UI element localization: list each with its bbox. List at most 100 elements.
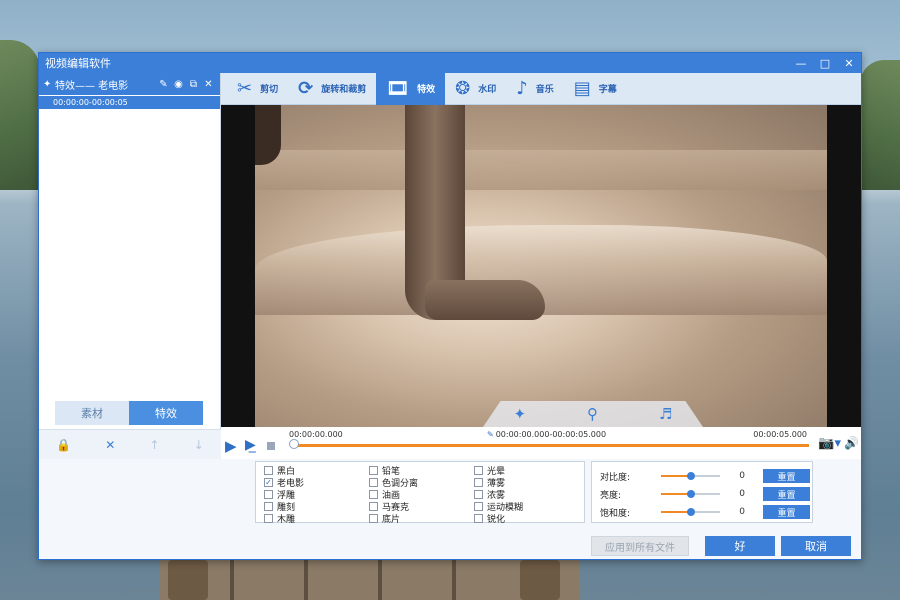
copy-icon[interactable]: ⧉ [186, 79, 201, 90]
adjustment-slider[interactable] [660, 472, 720, 480]
left-action-bar: 🔒 ✕ ↑ ↓ [39, 429, 221, 459]
title-bar: 视频编辑软件 — □ ✕ [39, 53, 861, 73]
effect-option[interactable]: 黑白 [264, 464, 369, 477]
effect-option[interactable]: 木雕 [264, 512, 369, 525]
apply-to-all-button[interactable]: 应用到所有文件 [591, 536, 689, 556]
adjustment-row: 对比度: 0 重置 [600, 468, 810, 484]
remove-icon[interactable]: ✕ [201, 79, 216, 90]
effect-option[interactable]: 马赛克 [369, 500, 474, 513]
adjustment-row: 饱和度: 0 重置 [600, 504, 810, 520]
move-up-icon[interactable]: ↑ [150, 438, 160, 452]
tool-rotate-crop[interactable]: ⟳ 旋转和裁剪 [288, 73, 376, 105]
effect-item-time: 00:00:00-00:00:05 [39, 96, 220, 109]
adjustment-value: 0 [739, 489, 745, 499]
effect-option[interactable]: 光晕 [474, 464, 579, 477]
editor-toolbar: ✂ 剪切 ⟳ 旋转和裁剪 🎞 特效 ❂ 水印 ♪ 音乐 ▤ 字幕 [221, 72, 861, 105]
slider-thumb[interactable] [686, 472, 695, 480]
effect-checkbox[interactable] [264, 513, 273, 523]
tool-effects[interactable]: 🎞 特效 [376, 72, 446, 105]
reset-button[interactable]: 重置 [762, 469, 810, 483]
background-pier-post [520, 560, 560, 600]
cancel-button[interactable]: 取消 [781, 536, 851, 556]
add-zoom-icon[interactable]: ⚲ [587, 405, 598, 423]
film-effect-icon: 🎞 [386, 78, 410, 99]
effect-option[interactable]: 底片 [369, 512, 474, 525]
slider-thumb[interactable] [686, 508, 695, 516]
effect-option[interactable]: 铅笔 [369, 464, 474, 477]
slider-thumb[interactable] [686, 490, 695, 498]
delete-icon[interactable]: ✕ [105, 438, 115, 452]
minimize-icon[interactable]: — [789, 53, 813, 73]
tool-effects-label: 特效 [417, 85, 436, 95]
pencil-icon: ✎ [487, 430, 494, 439]
play-icon[interactable]: ▶ [225, 437, 237, 455]
camera-icon[interactable]: 📷▾ [818, 436, 841, 451]
reset-button[interactable]: 重置 [762, 487, 810, 501]
adjustment-value: 0 [739, 507, 745, 517]
effect-checkbox[interactable] [474, 513, 483, 523]
ok-button[interactable]: 好 [705, 536, 775, 556]
close-icon[interactable]: ✕ [837, 53, 861, 73]
effect-option[interactable]: 油画 [369, 488, 474, 501]
background-mountain-right [860, 60, 900, 190]
effect-checkbox[interactable] [474, 477, 483, 487]
lock-icon[interactable]: 🔒 [56, 438, 71, 452]
effect-option[interactable]: 雕刻 [264, 500, 369, 513]
tool-rotate-crop-label: 旋转和裁剪 [321, 85, 367, 95]
tool-music[interactable]: ♪ 音乐 [506, 73, 564, 105]
tool-subtitle[interactable]: ▤ 字幕 [564, 73, 627, 105]
tool-cut-label: 剪切 [260, 85, 279, 95]
add-effect-icon[interactable]: ✦ [513, 405, 526, 423]
eye-icon[interactable]: ◉ [171, 79, 186, 90]
effect-option[interactable]: ✓ 老电影 [264, 476, 369, 489]
effect-checkbox[interactable] [369, 513, 378, 523]
adjustment-slider[interactable] [660, 508, 720, 516]
effect-checkbox[interactable] [474, 501, 483, 511]
adjustment-value: 0 [739, 471, 745, 481]
effect-checkbox[interactable] [264, 465, 273, 475]
video-frame: ✦ ⚲ ♬ [255, 105, 827, 427]
effects-checklist: 黑白 铅笔 光晕 ✓ 老电影 色调分离 薄雾浮雕 油画 浓雾雕刻 马赛克 运动模糊木雕 底片 锐化 [255, 461, 585, 525]
effect-option[interactable]: 浓雾 [474, 488, 579, 501]
volume-icon[interactable]: 🔊 [844, 436, 859, 450]
effect-option[interactable]: 运动模糊 [474, 500, 579, 513]
magic-wand-icon: ✦ [43, 78, 52, 90]
effect-checkbox[interactable]: ✓ [264, 477, 273, 487]
maximize-icon[interactable]: □ [813, 53, 837, 73]
tab-material[interactable]: 素材 [55, 401, 129, 425]
move-down-icon[interactable]: ↓ [194, 438, 204, 452]
effect-option[interactable]: 色调分离 [369, 476, 474, 489]
effect-option[interactable]: 锐化 [474, 512, 579, 525]
effect-checkbox[interactable] [369, 501, 378, 511]
effect-checkbox[interactable] [264, 501, 273, 511]
effect-option[interactable]: 浮雕 [264, 488, 369, 501]
background-pier [160, 560, 580, 600]
timeline-track[interactable] [291, 444, 809, 447]
effect-checkbox[interactable] [369, 477, 378, 487]
effect-checkbox[interactable] [264, 489, 273, 499]
edit-pencil-icon[interactable]: ✎ [156, 79, 171, 90]
tab-effects[interactable]: 特效 [129, 401, 203, 425]
timeline-bar: ▶ ▶̲ 00:00:00.000 ✎ 00:00:00.000-00:00:05… [221, 427, 861, 459]
effect-checkbox[interactable] [369, 489, 378, 499]
effect-option-label: 木雕 [277, 514, 296, 525]
effect-item[interactable]: ✦ 特效—— 老电影 ✎ ◉ ⧉ ✕ [39, 73, 220, 95]
effect-list-panel: ✦ 特效—— 老电影 ✎ ◉ ⧉ ✕ 00:00:00-00:00:05 素材 … [39, 73, 221, 459]
effect-checkbox[interactable] [474, 465, 483, 475]
adjustment-slider[interactable] [660, 490, 720, 498]
tool-watermark[interactable]: ❂ 水印 [445, 73, 506, 105]
crop-rotate-icon: ⟳ [298, 78, 314, 99]
tool-cut[interactable]: ✂ 剪切 [227, 73, 288, 105]
tool-music-label: 音乐 [535, 85, 554, 95]
step-forward-icon[interactable]: ▶̲ [245, 437, 256, 453]
reset-button[interactable]: 重置 [762, 505, 810, 519]
add-audio-icon[interactable]: ♬ [659, 405, 672, 423]
video-foot [425, 280, 545, 320]
effect-checkbox[interactable] [474, 489, 483, 499]
subtitle-icon: ▤ [573, 78, 591, 99]
timeline-playhead[interactable] [289, 439, 299, 449]
stop-icon[interactable] [267, 442, 275, 450]
effect-option[interactable]: 薄雾 [474, 476, 579, 489]
effect-checkbox[interactable] [369, 465, 378, 475]
effect-option-label: 底片 [382, 514, 401, 525]
